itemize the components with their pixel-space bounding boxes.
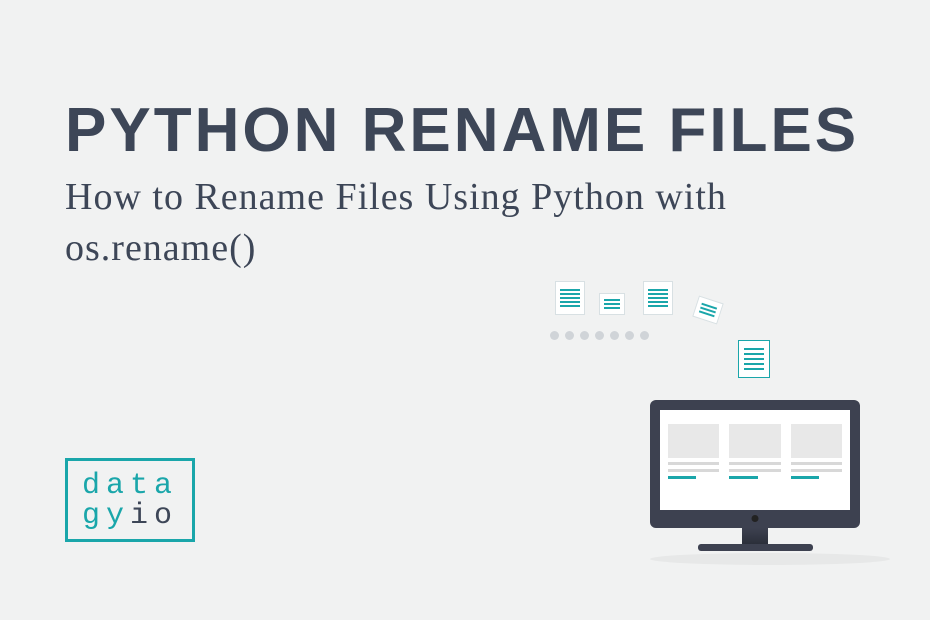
card-icon bbox=[791, 424, 842, 500]
floating-document-icon bbox=[738, 340, 770, 378]
monitor-illustration bbox=[650, 400, 860, 565]
monitor-button-icon bbox=[752, 515, 759, 522]
document-icon bbox=[643, 281, 673, 315]
document-icon bbox=[692, 296, 724, 325]
logo-text-line2a: gy bbox=[82, 499, 130, 533]
page-title: PYTHON RENAME FILES bbox=[65, 100, 865, 162]
page-subtitle: How to Rename Files Using Python with os… bbox=[65, 172, 865, 275]
card-icon bbox=[729, 424, 780, 500]
datagy-logo: data gyio bbox=[65, 458, 195, 542]
hero-illustration bbox=[535, 285, 875, 565]
pagination-dots bbox=[550, 331, 649, 340]
document-icon bbox=[599, 293, 625, 315]
logo-text-line1: data bbox=[82, 469, 178, 503]
document-icon bbox=[555, 281, 585, 315]
logo-text-line2b: io bbox=[130, 499, 178, 533]
card-icon bbox=[668, 424, 719, 500]
